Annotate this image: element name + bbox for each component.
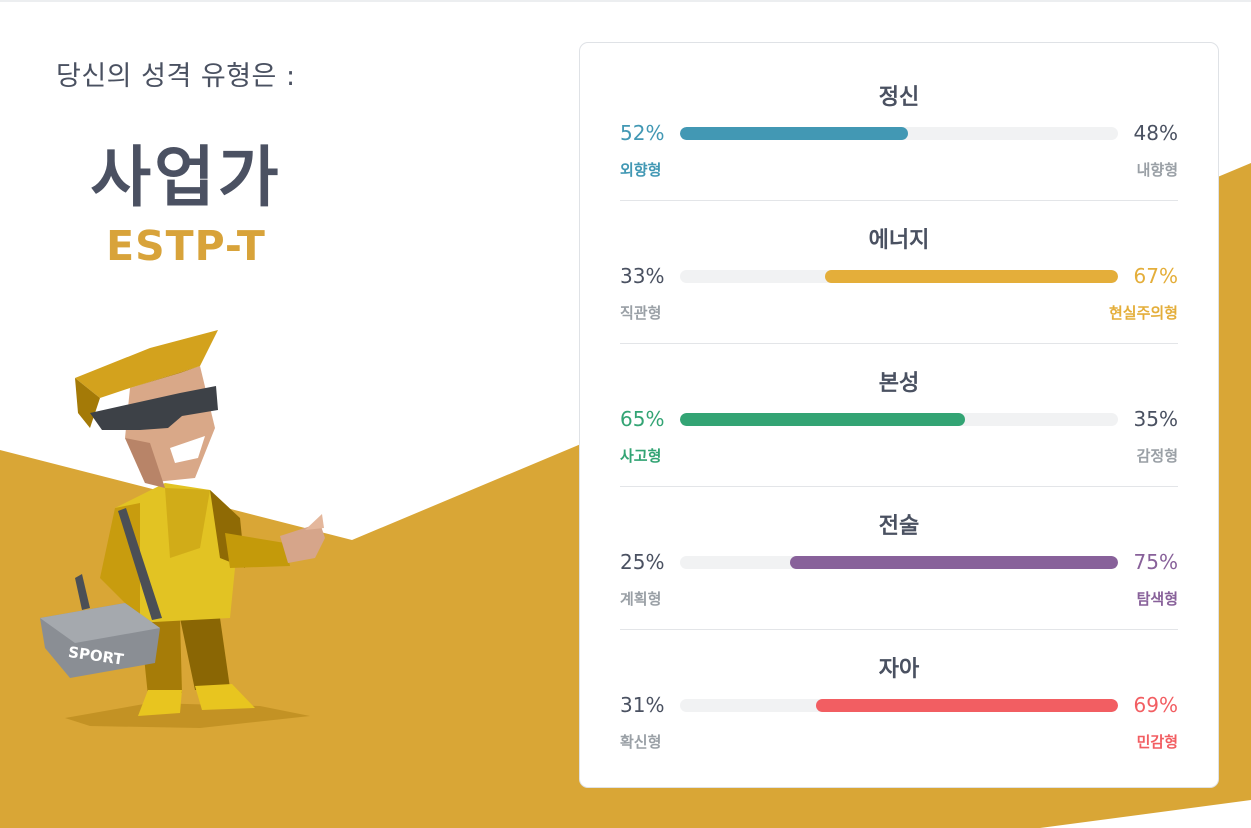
trait-title: 정신 (878, 85, 920, 110)
trait-row: 전술 25% 75% 계획형 탐색형 (620, 472, 1178, 615)
personality-type-code: ESTP-T (106, 222, 266, 270)
trait-bar-fill (680, 413, 965, 426)
trait-title: 본성 (878, 371, 920, 396)
entrepreneur-character-illustration: SPORT (40, 330, 325, 728)
trait-right-label: 탐색형 (1136, 590, 1178, 608)
trait-row: 정신 52% 48% 외향형 내향형 (620, 43, 1178, 186)
personality-type-name: 사업가 (90, 139, 282, 216)
trait-row: 자아 31% 69% 확신형 민감형 (620, 615, 1178, 758)
trait-list: 정신 52% 48% 외향형 내향형 에너지 33% 67% 직관형 현실주의형… (580, 43, 1218, 787)
trait-right-percent: 75% (1133, 550, 1178, 574)
trait-right-percent: 69% (1133, 693, 1178, 717)
trait-right-label: 내향형 (1136, 161, 1178, 179)
trait-left-label: 직관형 (620, 304, 662, 322)
trait-title: 에너지 (868, 228, 930, 253)
trait-row: 본성 65% 35% 사고형 감정형 (620, 329, 1178, 472)
trait-left-percent: 31% (620, 693, 665, 717)
trait-bar-track (680, 413, 1118, 426)
trait-left-label: 사고형 (620, 447, 662, 465)
trait-bar-track (680, 556, 1118, 569)
trait-bar-fill (680, 127, 908, 140)
trait-left-label: 확신형 (620, 733, 662, 751)
trait-row: 에너지 33% 67% 직관형 현실주의형 (620, 186, 1178, 329)
trait-bar-fill (824, 270, 1118, 283)
trait-right-label: 민감형 (1136, 733, 1178, 751)
trait-right-label: 감정형 (1136, 447, 1178, 465)
trait-left-label: 외향형 (620, 161, 662, 179)
trait-left-percent: 25% (620, 550, 665, 574)
trait-bar-fill (815, 699, 1118, 712)
trait-right-label: 현실주의형 (1108, 304, 1178, 322)
trait-bar-track (680, 127, 1118, 140)
trait-left-percent: 65% (620, 407, 665, 431)
trait-right-percent: 35% (1133, 407, 1178, 431)
trait-left-label: 계획형 (620, 590, 662, 608)
trait-bar-track (680, 699, 1118, 712)
trait-bar-track (680, 270, 1118, 283)
trait-title: 전술 (878, 514, 920, 539)
trait-bar-fill (789, 556, 1118, 569)
trait-title: 자아 (878, 657, 920, 682)
trait-right-percent: 48% (1133, 121, 1178, 145)
trait-right-percent: 67% (1133, 264, 1178, 288)
trait-left-percent: 52% (620, 121, 665, 145)
intro-text: 당신의 성격 유형은 : (56, 61, 296, 92)
trait-left-percent: 33% (620, 264, 665, 288)
trait-results-panel: 정신 52% 48% 외향형 내향형 에너지 33% 67% 직관형 현실주의형… (579, 42, 1219, 788)
